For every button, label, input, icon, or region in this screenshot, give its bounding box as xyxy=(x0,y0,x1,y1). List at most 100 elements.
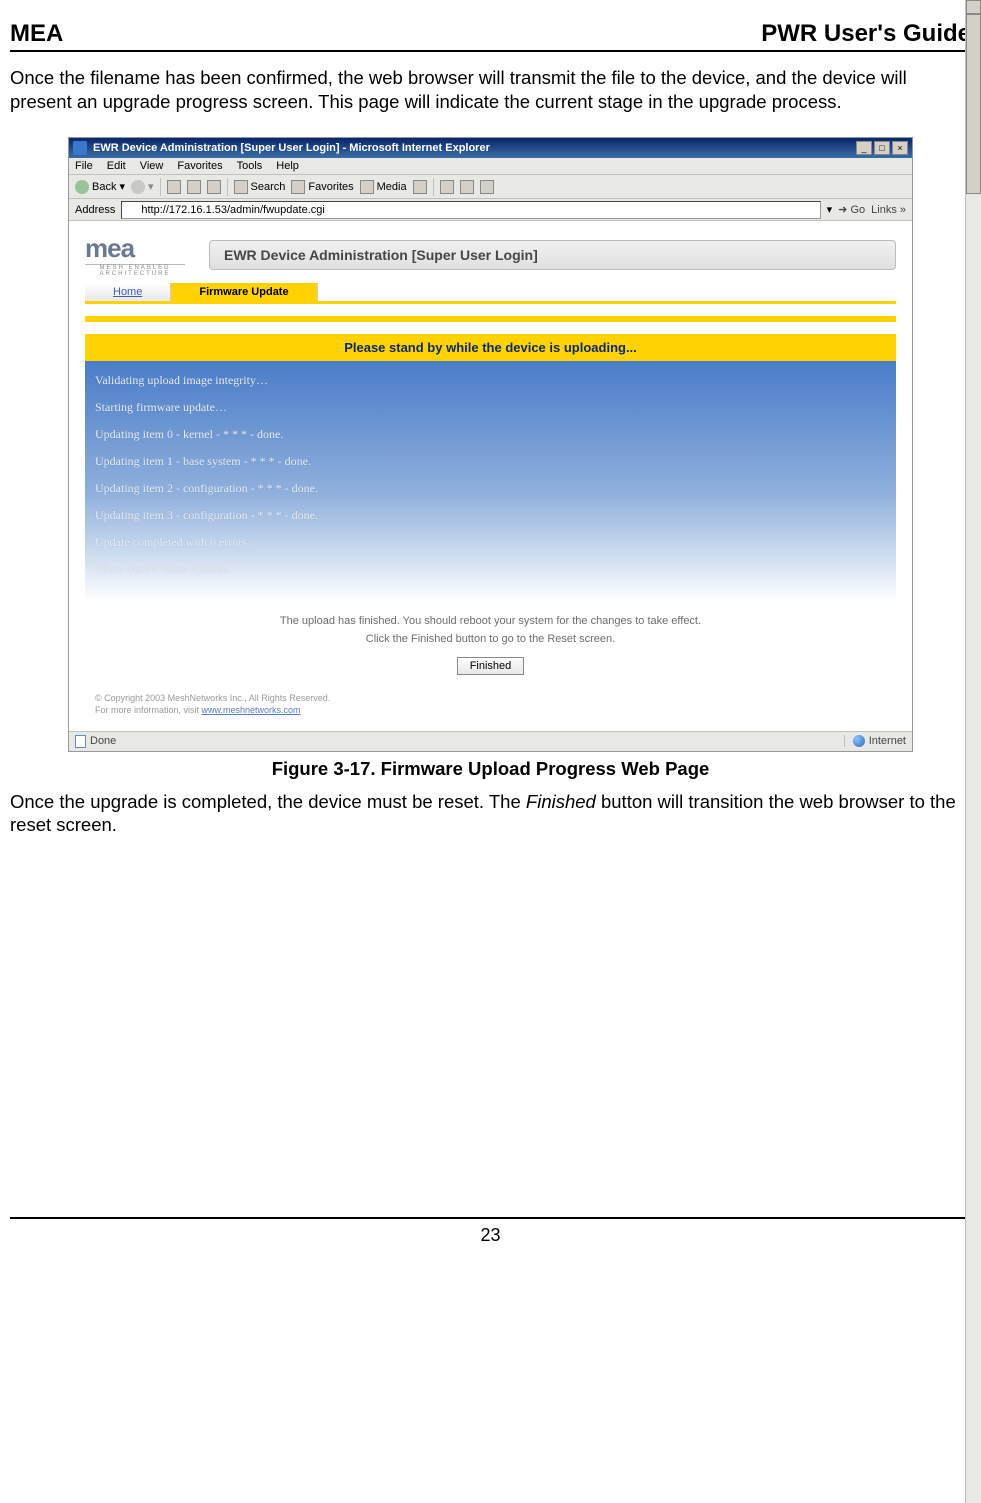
search-icon xyxy=(234,180,248,194)
separator xyxy=(160,178,161,196)
search-button[interactable]: Search xyxy=(234,180,286,194)
mail-icon xyxy=(440,180,454,194)
address-url: http://172.16.1.53/admin/fwupdate.cgi xyxy=(141,204,324,216)
progress-panel: Validating upload image integrity… Start… xyxy=(85,361,896,601)
go-label: Go xyxy=(850,204,865,216)
logo-text: mea xyxy=(85,233,185,264)
mail-button[interactable] xyxy=(440,180,454,194)
progress-line: Updating item 1 - base system - * * * - … xyxy=(95,454,886,469)
header-right: PWR User's Guide xyxy=(761,20,971,48)
scroll-thumb[interactable] xyxy=(966,14,981,194)
tab-bar: Home Firmware Update xyxy=(85,283,896,304)
history-button[interactable] xyxy=(413,180,427,194)
links-button[interactable]: Links » xyxy=(871,204,906,216)
page-icon xyxy=(126,204,137,215)
address-dropdown-icon[interactable]: ▾ xyxy=(827,203,833,216)
go-button[interactable]: ➜ Go xyxy=(838,203,865,216)
browser-window: EWR Device Administration [Super User Lo… xyxy=(68,137,913,751)
browser-statusbar: Done Internet xyxy=(69,731,912,751)
go-icon: ➜ xyxy=(838,204,847,216)
back-arrow-icon xyxy=(75,180,89,194)
progress-line: Validating upload image integrity… xyxy=(95,373,886,388)
separator xyxy=(433,178,434,196)
copyright-pre: For more information, visit xyxy=(95,705,202,715)
copyright-line1: © Copyright 2003 MeshNetworks Inc., All … xyxy=(95,693,886,705)
browser-viewport: mea MESH ENABLED ARCHITECTURE EWR Device… xyxy=(69,221,912,730)
menu-view[interactable]: View xyxy=(140,160,164,172)
copyright-line2: For more information, visit www.meshnetw… xyxy=(95,705,886,717)
refresh-button[interactable] xyxy=(187,180,201,194)
tab-home[interactable]: Home xyxy=(85,283,171,301)
maximize-button[interactable]: □ xyxy=(874,141,890,155)
refresh-icon xyxy=(187,180,201,194)
progress-line: Updating item 2 - configuration - * * * … xyxy=(95,481,886,496)
menu-help[interactable]: Help xyxy=(276,160,299,172)
menu-file[interactable]: File xyxy=(75,160,93,172)
progress-line: Starting firmware update… xyxy=(95,400,886,415)
internet-zone-icon xyxy=(853,735,865,747)
outro-paragraph: Once the upgrade is completed, the devic… xyxy=(10,790,971,837)
menu-edit[interactable]: Edit xyxy=(107,160,126,172)
finish-panel: The upload has finished. You should rebo… xyxy=(85,601,896,687)
page-header: MEA PWR User's Guide xyxy=(10,20,971,52)
page-title: EWR Device Administration [Super User Lo… xyxy=(209,240,896,270)
window-title: EWR Device Administration [Super User Lo… xyxy=(93,142,854,154)
divider-yellow xyxy=(85,316,896,322)
progress-line: There were 4 items updated. xyxy=(95,562,886,577)
home-icon xyxy=(207,180,221,194)
forward-button[interactable]: ▾ xyxy=(131,180,154,194)
media-button[interactable]: Media xyxy=(360,180,407,194)
page-footer: 23 xyxy=(10,1217,971,1246)
menu-tools[interactable]: Tools xyxy=(237,160,263,172)
edit-icon xyxy=(480,180,494,194)
favorites-label: Favorites xyxy=(308,181,353,193)
stop-icon xyxy=(167,180,181,194)
finish-text-1: The upload has finished. You should rebo… xyxy=(95,615,886,627)
chevron-down-icon: ▾ xyxy=(119,180,125,193)
intro-paragraph: Once the filename has been confirmed, th… xyxy=(10,66,971,113)
edit-button[interactable] xyxy=(480,180,494,194)
outro-pre: Once the upgrade is completed, the devic… xyxy=(10,791,526,812)
copyright-footer: © Copyright 2003 MeshNetworks Inc., All … xyxy=(85,687,896,722)
search-label: Search xyxy=(251,181,286,193)
media-label: Media xyxy=(377,181,407,193)
outro-italic: Finished xyxy=(526,791,596,812)
print-button[interactable] xyxy=(460,180,474,194)
forward-arrow-icon xyxy=(131,180,145,194)
browser-toolbar: Back ▾ ▾ Search Favorites Media xyxy=(69,175,912,199)
history-icon xyxy=(413,180,427,194)
done-icon xyxy=(75,735,86,748)
address-label: Address xyxy=(75,204,115,216)
scroll-up-arrow-icon[interactable] xyxy=(966,0,981,14)
progress-line: Updating item 0 - kernel - * * * - done. xyxy=(95,427,886,442)
menu-bar: File Edit View Favorites Tools Help xyxy=(69,158,912,175)
address-input[interactable]: http://172.16.1.53/admin/fwupdate.cgi xyxy=(121,201,820,219)
favorites-button[interactable]: Favorites xyxy=(291,180,353,194)
progress-line: Updating item 3 - configuration - * * * … xyxy=(95,508,886,523)
web-page: mea MESH ENABLED ARCHITECTURE EWR Device… xyxy=(69,221,912,730)
close-button[interactable]: × xyxy=(892,141,908,155)
print-icon xyxy=(460,180,474,194)
ie-icon xyxy=(73,141,87,155)
status-text: Done xyxy=(90,735,116,747)
menu-favorites[interactable]: Favorites xyxy=(177,160,222,172)
logo-subtitle: MESH ENABLED ARCHITECTURE xyxy=(85,264,185,277)
finished-button[interactable]: Finished xyxy=(457,657,525,675)
page-number: 23 xyxy=(480,1225,500,1245)
progress-line: Update completed with 0 errors. xyxy=(95,535,886,550)
window-titlebar: EWR Device Administration [Super User Lo… xyxy=(69,138,912,158)
separator xyxy=(227,178,228,196)
upload-banner: Please stand by while the device is uplo… xyxy=(85,334,896,361)
mea-logo: mea MESH ENABLED ARCHITECTURE xyxy=(85,233,185,277)
home-button[interactable] xyxy=(207,180,221,194)
stop-button[interactable] xyxy=(167,180,181,194)
tab-firmware-update[interactable]: Firmware Update xyxy=(171,283,317,301)
finish-text-2: Click the Finished button to go to the R… xyxy=(95,633,886,645)
minimize-button[interactable]: _ xyxy=(856,141,872,155)
meshnetworks-link[interactable]: www.meshnetworks.com xyxy=(202,705,301,715)
media-icon xyxy=(360,180,374,194)
vertical-scrollbar[interactable] xyxy=(965,0,981,1503)
address-bar: Address http://172.16.1.53/admin/fwupdat… xyxy=(69,199,912,221)
back-button[interactable]: Back ▾ xyxy=(75,180,125,194)
favorites-icon xyxy=(291,180,305,194)
